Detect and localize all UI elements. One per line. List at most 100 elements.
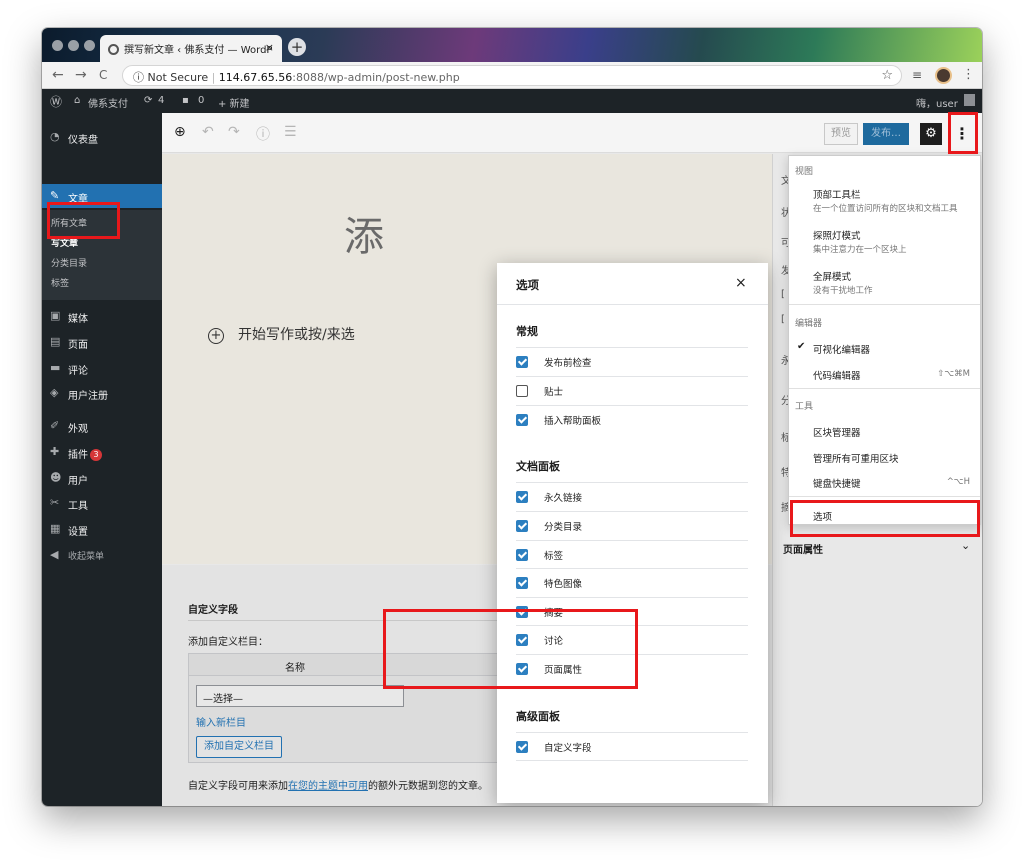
add-block-icon[interactable]: ⊕: [174, 124, 186, 140]
close-window-button[interactable]: [52, 40, 63, 51]
spotlight-desc: 集中注意力在一个区块上: [813, 245, 907, 255]
option-checkbox[interactable]: [516, 356, 528, 368]
option-checkbox[interactable]: [516, 549, 528, 561]
menu-pages[interactable]: ▤ 页面: [42, 330, 162, 354]
settings-gear-button[interactable]: ⚙: [920, 123, 942, 145]
menu-user-registration[interactable]: ◈ 用户注册: [42, 381, 162, 405]
collapse-menu[interactable]: ◀ 收起菜单: [42, 543, 162, 567]
option-row[interactable]: 插入帮助面板: [516, 405, 748, 433]
minimize-window-button[interactable]: [68, 40, 79, 51]
undo-icon[interactable]: ↶: [202, 124, 214, 140]
option-row[interactable]: 永久链接: [516, 482, 748, 510]
preview-button[interactable]: 预览: [824, 123, 858, 145]
comments-count: 0: [198, 95, 205, 106]
option-row[interactable]: 分类目录: [516, 511, 748, 539]
menu-settings[interactable]: ▦ 设置: [42, 517, 162, 541]
menu-item-spotlight[interactable]: 探照灯模式: [813, 228, 861, 242]
browser-menu-icon[interactable]: ⋮: [962, 67, 975, 82]
menu-item-options[interactable]: 选项: [813, 509, 832, 523]
theme-link[interactable]: 在您的主题中可用: [288, 781, 368, 792]
plus-circle-icon[interactable]: +: [208, 328, 224, 344]
greeting-link[interactable]: 嗨，user: [916, 95, 958, 110]
bookmark-star-icon[interactable]: ☆: [881, 68, 893, 83]
option-checkbox[interactable]: [516, 606, 528, 618]
page-attributes-panel[interactable]: 页面属性: [783, 541, 823, 556]
menu-item-block-manager[interactable]: 区块管理器: [813, 425, 861, 439]
submenu-write-post[interactable]: 写文章: [42, 232, 162, 252]
fullscreen-desc: 没有干扰地工作: [813, 286, 873, 296]
more-tools-button[interactable]: ⋮: [952, 123, 972, 145]
option-row[interactable]: 贴士: [516, 376, 748, 404]
option-checkbox[interactable]: [516, 634, 528, 646]
option-checkbox[interactable]: [516, 663, 528, 675]
browser-tab[interactable]: 撰写新文章 ‹ 佛系支付 — WordP ×: [100, 35, 282, 62]
publish-button[interactable]: 发布…: [863, 123, 909, 145]
option-row[interactable]: 摘要: [516, 597, 748, 625]
info-icon: ⓘ: [133, 71, 148, 84]
settings-icon: ▦: [50, 522, 61, 535]
user-avatar[interactable]: [964, 94, 975, 106]
add-custom-field-button[interactable]: 添加自定义栏目: [196, 736, 282, 758]
profile-avatar[interactable]: [935, 67, 952, 84]
submenu-tags[interactable]: 标签: [42, 272, 162, 292]
option-row[interactable]: 自定义字段: [516, 732, 748, 760]
url-bar[interactable]: ⓘ Not Secure | 114.67.65.56:8088/wp-admi…: [122, 65, 902, 86]
code-editor-shortcut: ⇧⌥⌘M: [937, 369, 970, 379]
back-icon[interactable]: ←: [52, 67, 64, 83]
menu-posts[interactable]: ✎ 文章: [42, 184, 162, 208]
comment-icon[interactable]: ▪: [182, 95, 189, 106]
option-checkbox[interactable]: [516, 741, 528, 753]
option-row[interactable]: 讨论: [516, 625, 748, 653]
editor-group-title: 编辑器: [795, 319, 823, 329]
option-checkbox[interactable]: [516, 414, 528, 426]
option-checkbox[interactable]: [516, 491, 528, 503]
media-icon: ▣: [50, 309, 61, 322]
wordpress-icon[interactable]: Ⓦ: [50, 93, 62, 110]
menu-item-keyboard-shortcuts[interactable]: 键盘快捷键: [813, 476, 861, 490]
redo-icon[interactable]: ↷: [228, 124, 240, 140]
chevron-down-icon[interactable]: ⌄: [961, 539, 970, 552]
default-block-appender[interactable]: + 开始写作或按/来选: [208, 324, 355, 344]
reload-icon[interactable]: C: [99, 68, 107, 82]
option-checkbox[interactable]: [516, 385, 528, 397]
info-icon[interactable]: ⓘ: [256, 124, 270, 144]
option-row[interactable]: 标签: [516, 540, 748, 568]
option-checkbox[interactable]: [516, 520, 528, 532]
enter-new-link[interactable]: 输入新栏目: [196, 714, 246, 729]
updates-count: 4: [158, 95, 165, 106]
post-title-placeholder[interactable]: 添: [344, 204, 384, 262]
submenu-categories[interactable]: 分类目录: [42, 252, 162, 272]
list-view-icon[interactable]: ☰: [284, 124, 297, 140]
menu-item-manage-reusable[interactable]: 管理所有可重用区块: [813, 451, 899, 465]
menu-appearance[interactable]: ✐ 外观: [42, 414, 162, 438]
tools-group-title: 工具: [795, 402, 814, 412]
close-icon[interactable]: ×: [735, 275, 747, 291]
forward-icon[interactable]: →: [75, 67, 87, 83]
wp-admin-bar: Ⓦ ⌂ 佛系支付 ⟳ 4 ▪ 0 + 新建 嗨，user: [42, 89, 982, 113]
submenu-all-posts[interactable]: 所有文章: [42, 212, 162, 232]
menu-dashboard[interactable]: ◔ 仪表盘: [42, 125, 162, 149]
menu-users[interactable]: ☻ 用户: [42, 466, 162, 490]
option-row[interactable]: 页面属性: [516, 654, 748, 682]
option-checkbox[interactable]: [516, 577, 528, 589]
menu-comments[interactable]: ▬ 评论: [42, 356, 162, 380]
menu-item-visual-editor[interactable]: 可视化编辑器: [813, 342, 870, 356]
menu-plugins[interactable]: ✚ 插件 3: [42, 440, 162, 464]
site-name-link[interactable]: 佛系支付: [88, 95, 128, 110]
zoom-window-button[interactable]: [84, 40, 95, 51]
updates-icon[interactable]: ⟳: [144, 95, 152, 106]
custom-field-select[interactable]: —选择—: [196, 685, 404, 707]
menu-media[interactable]: ▣ 媒体: [42, 304, 162, 328]
tab-close-icon[interactable]: ×: [265, 41, 274, 54]
new-tab-button[interactable]: +: [288, 38, 306, 56]
option-row[interactable]: 特色图像: [516, 568, 748, 596]
menu-item-top-toolbar[interactable]: 顶部工具栏: [813, 187, 861, 201]
browser-window: 撰写新文章 ‹ 佛系支付 — WordP × + ← → C ⓘ Not Sec…: [42, 28, 982, 806]
custom-fields-title[interactable]: 自定义字段: [188, 601, 238, 616]
option-row[interactable]: 发布前检查: [516, 347, 748, 375]
reading-list-icon[interactable]: ≡: [912, 68, 922, 82]
menu-tools[interactable]: ✂ 工具: [42, 491, 162, 515]
new-content-link[interactable]: + 新建: [218, 95, 250, 110]
menu-item-fullscreen[interactable]: 全屏模式: [813, 269, 851, 283]
menu-item-code-editor[interactable]: 代码编辑器: [813, 368, 861, 382]
